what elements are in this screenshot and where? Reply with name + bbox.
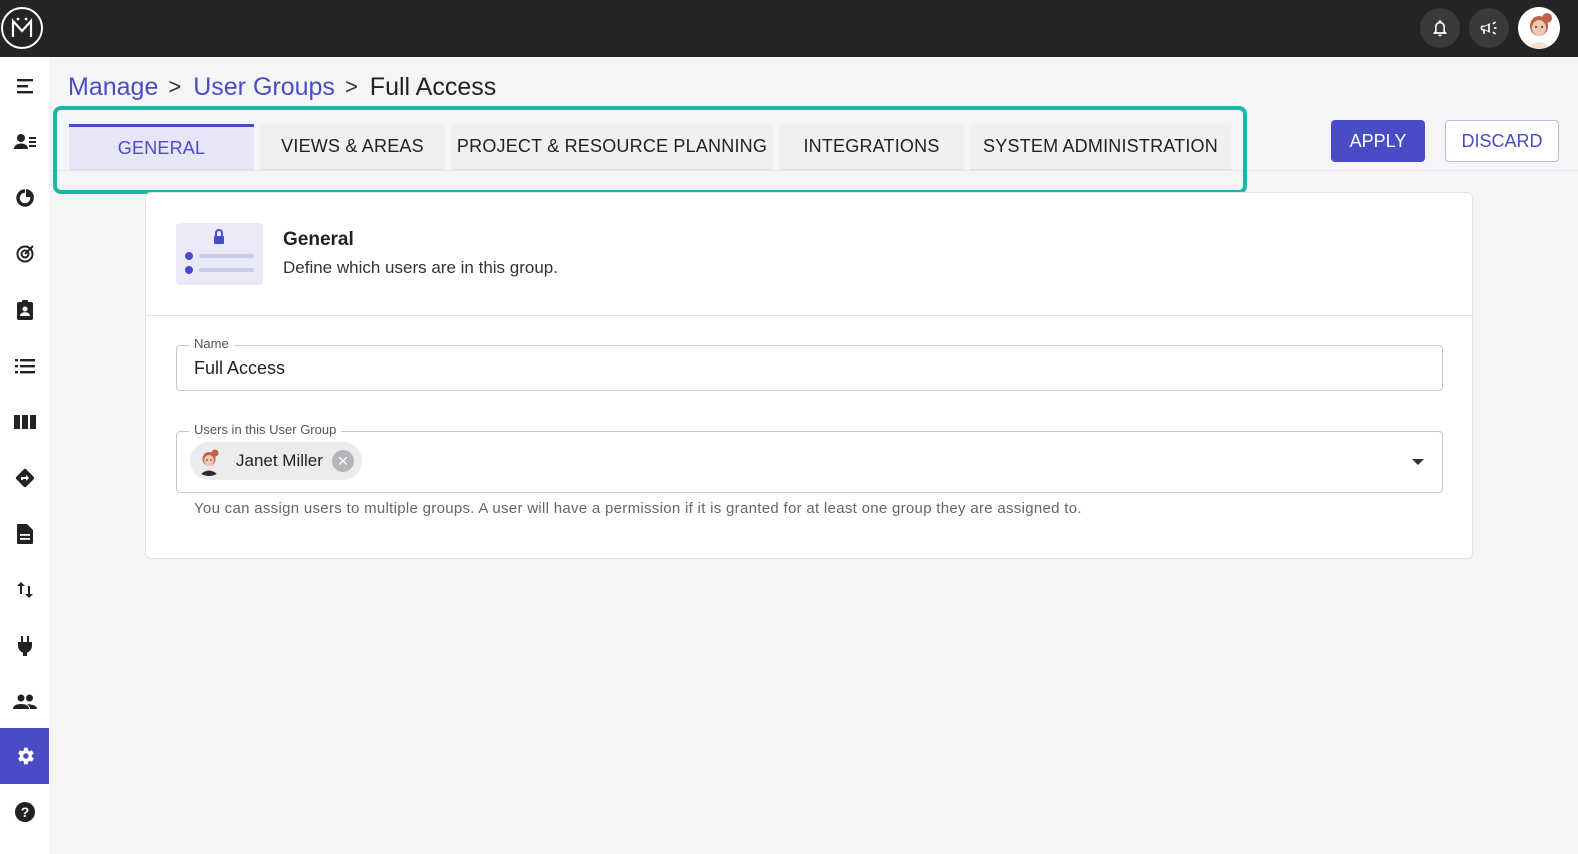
remove-user-icon[interactable]: ✕	[332, 450, 354, 472]
name-field-label: Name	[189, 336, 234, 351]
breadcrumb-current: Full Access	[369, 72, 497, 101]
columns-icon[interactable]	[0, 394, 49, 450]
general-card: General Define which users are in this g…	[145, 192, 1473, 559]
user-chip: Janet Miller ✕	[190, 442, 362, 480]
megaphone-icon[interactable]	[1469, 8, 1509, 48]
clipboard-user-icon[interactable]	[0, 282, 49, 338]
helper-text: You can assign users to multiple groups.…	[194, 500, 1082, 517]
breadcrumb: Manage > User Groups > Full Access	[68, 72, 496, 102]
users-select-label: Users in this User Group	[189, 422, 342, 437]
user-list-icon[interactable]	[0, 114, 49, 170]
bell-icon[interactable]	[1420, 8, 1460, 48]
user-chip-avatar	[194, 446, 224, 476]
help-icon[interactable]: ?	[0, 784, 49, 840]
pie-chart-icon[interactable]	[0, 170, 49, 226]
top-bar	[0, 0, 1578, 57]
app-logo-icon[interactable]	[1, 7, 43, 49]
target-icon[interactable]	[0, 226, 49, 282]
plug-icon[interactable]	[0, 618, 49, 674]
dropdown-arrow-icon[interactable]	[1412, 459, 1424, 465]
user-group-lock-icon	[176, 223, 263, 285]
breadcrumb-manage-link[interactable]: Manage	[68, 73, 158, 102]
name-field[interactable]: Name Full Access	[176, 336, 1443, 391]
apply-button[interactable]: APPLY	[1331, 120, 1425, 162]
import-export-icon[interactable]	[0, 562, 49, 618]
breadcrumb-separator: >	[344, 74, 358, 99]
section-subtitle: Define which users are in this group.	[283, 258, 558, 277]
breadcrumb-user-groups-link[interactable]: User Groups	[193, 73, 335, 102]
sidebar: ?	[0, 57, 49, 854]
directions-icon[interactable]	[0, 450, 49, 506]
menu-collapse-icon[interactable]	[0, 58, 49, 114]
people-icon[interactable]	[0, 674, 49, 730]
settings-icon[interactable]	[0, 728, 49, 784]
card-divider	[146, 315, 1472, 316]
discard-button[interactable]: DISCARD	[1445, 120, 1559, 162]
document-icon[interactable]	[0, 506, 49, 562]
users-select[interactable]: Users in this User Group Janet Miller ✕	[176, 422, 1443, 493]
svg-text:?: ?	[20, 804, 29, 820]
section-title: General	[283, 229, 354, 250]
list-icon[interactable]	[0, 338, 49, 394]
user-chip-label: Janet Miller	[236, 451, 323, 470]
user-avatar[interactable]	[1518, 7, 1560, 49]
tabs-highlight	[53, 106, 1247, 194]
breadcrumb-separator: >	[168, 74, 182, 99]
name-field-value[interactable]: Full Access	[194, 358, 285, 379]
